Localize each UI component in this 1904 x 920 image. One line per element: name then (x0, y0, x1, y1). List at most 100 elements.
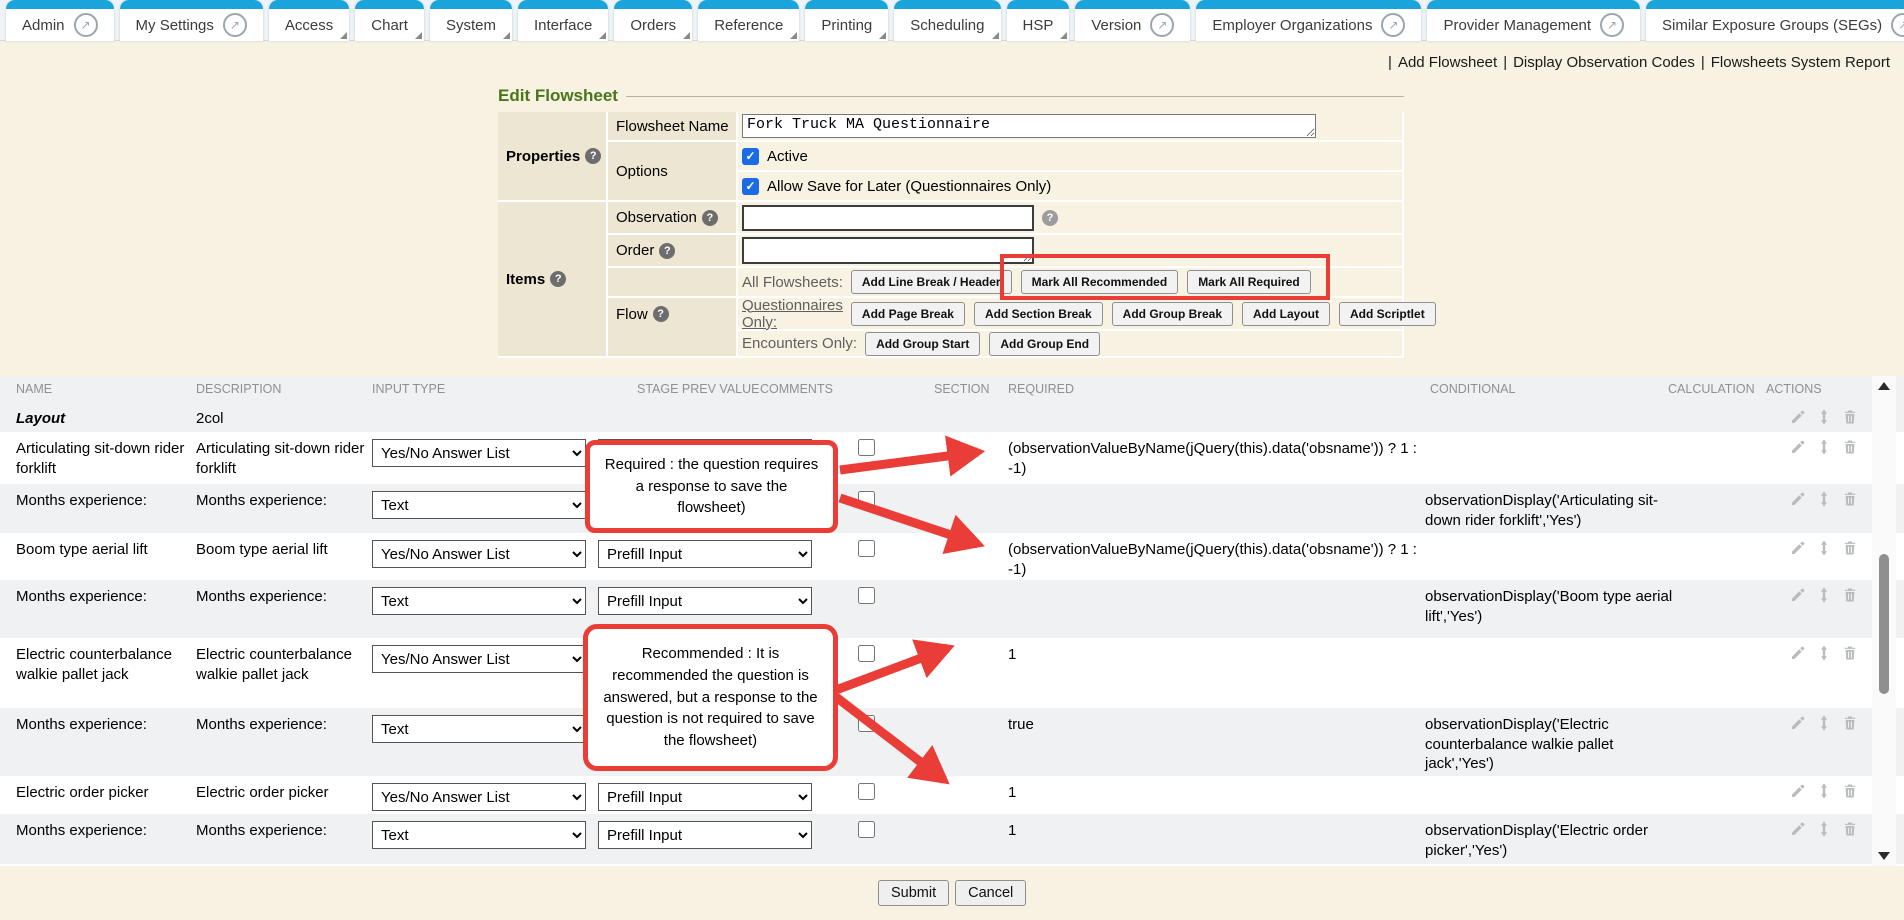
stage-prev-value-select[interactable]: Prefill Input (598, 587, 812, 615)
observation-value-help-icon[interactable] (1042, 210, 1058, 226)
scroll-up-button[interactable] (1872, 378, 1896, 394)
scrollbar-thumb[interactable] (1879, 554, 1889, 694)
comments-checkbox[interactable] (858, 491, 875, 508)
vertical-scrollbar[interactable] (1872, 376, 1896, 866)
nav-tab-scheduling[interactable]: Scheduling (894, 0, 1000, 41)
edit-icon[interactable] (1790, 821, 1806, 837)
edit-icon[interactable] (1790, 540, 1806, 556)
stage-prev-value-select[interactable]: Prefill Input (598, 783, 812, 811)
nav-tab-chart[interactable]: Chart (355, 0, 424, 41)
nav-tab-version[interactable]: Version (1075, 0, 1190, 41)
comments-checkbox[interactable] (858, 821, 875, 838)
edit-icon[interactable] (1790, 409, 1806, 425)
edit-icon[interactable] (1790, 715, 1806, 731)
edit-icon[interactable] (1790, 783, 1806, 799)
comments-checkbox[interactable] (858, 587, 875, 604)
move-icon[interactable] (1816, 821, 1832, 837)
active-checkbox[interactable] (742, 148, 759, 165)
input-type-select[interactable]: Yes/No Answer List (372, 783, 586, 811)
open-new-window-icon[interactable] (1600, 13, 1624, 37)
mark-all-required-button[interactable]: Mark All Required (1187, 270, 1311, 294)
delete-icon[interactable] (1842, 715, 1858, 731)
link-flowsheets-system-report[interactable]: Flowsheets System Report (1711, 54, 1890, 71)
open-new-window-icon[interactable] (1150, 13, 1174, 37)
stage-prev-value-select[interactable]: Prefill Input (598, 821, 812, 849)
nav-tab-similar-exposure-groups-segs[interactable]: Similar Exposure Groups (SEGs) (1646, 0, 1904, 41)
edit-icon[interactable] (1790, 439, 1806, 455)
move-icon[interactable] (1816, 783, 1832, 799)
flow-help-icon[interactable] (653, 306, 669, 322)
move-icon[interactable] (1816, 587, 1832, 603)
nav-tab-hsp[interactable]: HSP (1007, 0, 1070, 41)
add-group-start-button[interactable]: Add Group Start (865, 332, 980, 356)
nav-tab-admin[interactable]: Admin (6, 0, 114, 41)
move-icon[interactable] (1816, 409, 1832, 425)
input-type-select[interactable]: Text (372, 491, 586, 519)
add-page-break-button[interactable]: Add Page Break (851, 302, 965, 326)
move-icon[interactable] (1816, 540, 1832, 556)
input-type-select[interactable]: Text (372, 587, 586, 615)
comments-checkbox[interactable] (858, 715, 875, 732)
order-help-icon[interactable] (659, 243, 675, 259)
add-layout-button[interactable]: Add Layout (1242, 302, 1330, 326)
delete-icon[interactable] (1842, 587, 1858, 603)
flowsheet-name-input[interactable]: Fork Truck MA Questionnaire (742, 114, 1316, 138)
move-icon[interactable] (1816, 645, 1832, 661)
observation-help-icon[interactable] (702, 210, 718, 226)
add-scriptlet-button[interactable]: Add Scriptlet (1339, 302, 1436, 326)
edit-icon[interactable] (1790, 587, 1806, 603)
move-icon[interactable] (1816, 491, 1832, 507)
nav-tab-label: Chart (371, 17, 408, 34)
mark-all-recommended-button[interactable]: Mark All Recommended (1021, 270, 1179, 294)
cancel-button[interactable]: Cancel (955, 880, 1026, 906)
open-new-window-icon[interactable] (74, 13, 98, 37)
delete-icon[interactable] (1842, 821, 1858, 837)
comments-checkbox[interactable] (858, 439, 875, 456)
add-line-break-header-button[interactable]: Add Line Break / Header (851, 270, 1012, 294)
link-add-flowsheet[interactable]: Add Flowsheet (1398, 54, 1497, 71)
nav-tab-access[interactable]: Access (269, 0, 349, 41)
input-type-select[interactable]: Yes/No Answer List (372, 540, 586, 568)
nav-tab-provider-management[interactable]: Provider Management (1427, 0, 1640, 41)
open-new-window-icon[interactable] (223, 13, 247, 37)
items-help-icon[interactable] (550, 271, 566, 287)
edit-icon[interactable] (1790, 645, 1806, 661)
nav-tab-orders[interactable]: Orders (614, 0, 692, 41)
submit-button[interactable]: Submit (878, 880, 949, 906)
properties-help-icon[interactable] (585, 148, 601, 164)
delete-icon[interactable] (1842, 783, 1858, 799)
add-group-break-button[interactable]: Add Group Break (1112, 302, 1233, 326)
input-type-select[interactable]: Text (372, 715, 586, 743)
delete-icon[interactable] (1842, 540, 1858, 556)
comments-checkbox[interactable] (858, 540, 875, 557)
delete-icon[interactable] (1842, 645, 1858, 661)
delete-icon[interactable] (1842, 491, 1858, 507)
delete-icon[interactable] (1842, 409, 1858, 425)
order-input[interactable] (742, 237, 1034, 264)
open-new-window-icon[interactable] (1891, 13, 1904, 37)
input-type-select[interactable]: Yes/No Answer List (372, 645, 586, 673)
input-type-select[interactable]: Yes/No Answer List (372, 439, 586, 467)
open-new-window-icon[interactable] (1381, 13, 1405, 37)
nav-tab-employer-organizations[interactable]: Employer Organizations (1196, 0, 1421, 41)
link-display-observation-codes[interactable]: Display Observation Codes (1513, 54, 1695, 71)
allow-save-checkbox[interactable] (742, 178, 759, 195)
comments-checkbox[interactable] (858, 645, 875, 662)
add-section-break-button[interactable]: Add Section Break (974, 302, 1103, 326)
nav-tab-interface[interactable]: Interface (518, 0, 608, 41)
stage-prev-value-select[interactable]: Prefill Input (598, 540, 812, 568)
scroll-down-button[interactable] (1872, 848, 1896, 864)
nav-tab-reference[interactable]: Reference (698, 0, 799, 41)
nav-tab-my-settings[interactable]: My Settings (120, 0, 263, 41)
comments-checkbox[interactable] (858, 783, 875, 800)
move-icon[interactable] (1816, 715, 1832, 731)
nav-tab-printing[interactable]: Printing (805, 0, 888, 41)
add-group-end-button[interactable]: Add Group End (989, 332, 1100, 356)
questionnaires-only-link[interactable]: Questionnaires Only: (742, 297, 843, 331)
move-icon[interactable] (1816, 439, 1832, 455)
delete-icon[interactable] (1842, 439, 1858, 455)
nav-tab-system[interactable]: System (430, 0, 512, 41)
observation-input[interactable] (742, 205, 1034, 231)
input-type-select[interactable]: Text (372, 821, 586, 849)
edit-icon[interactable] (1790, 491, 1806, 507)
